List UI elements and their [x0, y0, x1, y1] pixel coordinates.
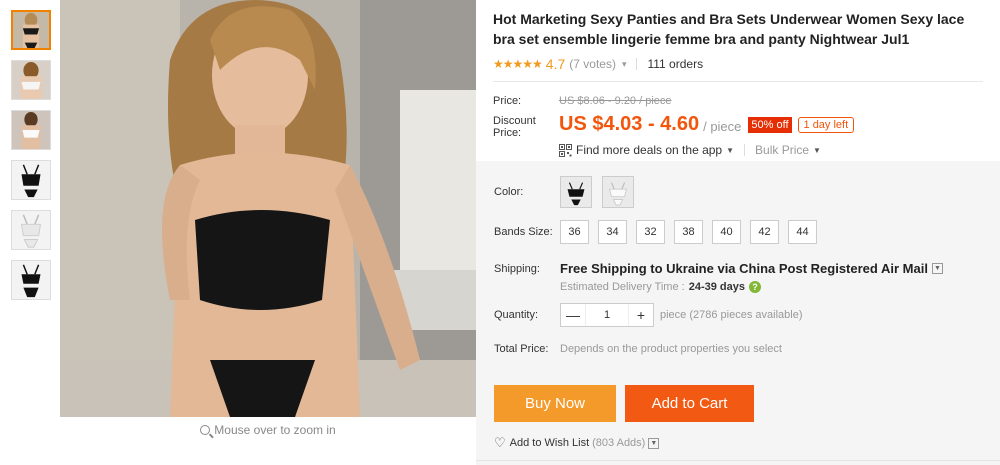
app-deals-link[interactable]: Find more deals on the app	[576, 143, 722, 157]
chevron-down-icon[interactable]: ▼	[931, 263, 943, 274]
buy-now-button[interactable]: Buy Now	[494, 385, 616, 422]
chevron-down-icon[interactable]: ▼	[813, 146, 821, 155]
discount-price: US $4.03 - 4.60	[559, 113, 700, 135]
total-price-row: Total Price: Depends on the product prop…	[494, 343, 782, 355]
quantity-input[interactable]: 1	[585, 304, 629, 326]
total-price-note: Depends on the product properties you se…	[560, 343, 782, 355]
delivery-estimate-row: Estimated Delivery Time : 24-39 days ?	[560, 281, 761, 293]
size-option-40[interactable]: 40	[712, 220, 741, 244]
size-option-34[interactable]: 34	[598, 220, 627, 244]
divider	[493, 81, 983, 82]
delivery-days: 24-39 days	[688, 281, 745, 293]
product-info: Hot Marketing Sexy Panties and Bra Sets …	[493, 0, 1000, 157]
original-price: US $8.06 - 9.20 / piece	[559, 95, 672, 107]
thumbnail-3[interactable]	[11, 110, 51, 150]
per-piece-unit: / piece	[703, 119, 742, 134]
magnifier-icon	[200, 425, 211, 435]
votes-link[interactable]: (7 votes)	[569, 57, 616, 71]
discount-price-row: Discount Price: US $4.03 - 4.60 / piece 5…	[493, 113, 1000, 139]
thumbnail-2[interactable]	[11, 60, 51, 100]
color-label: Color:	[494, 186, 524, 198]
shipping-label: Shipping:	[494, 262, 540, 275]
chevron-down-icon[interactable]: ▼	[648, 437, 660, 449]
quantity-stepper: — 1 +	[560, 303, 654, 327]
add-to-wishlist-link[interactable]: Add to Wish List	[510, 437, 589, 449]
bands-size-label: Bands Size:	[494, 226, 553, 238]
app-deals-row: Find more deals on the app ▼ Bulk Price …	[493, 143, 1000, 157]
divider	[636, 58, 638, 70]
quantity-increase-button[interactable]: +	[629, 304, 653, 326]
wishlist-row: ♡ Add to Wish List (803 Adds) ▼	[494, 435, 660, 451]
color-swatch-white[interactable]	[602, 176, 634, 208]
color-swatch-black[interactable]	[560, 176, 592, 208]
heart-icon[interactable]: ♡	[494, 435, 506, 451]
product-title: Hot Marketing Sexy Panties and Bra Sets …	[493, 11, 965, 47]
help-icon[interactable]: ?	[748, 281, 761, 293]
wishlist-count: (803 Adds)	[592, 437, 646, 449]
shipping-row: Shipping: Free Shipping to Ukraine via C…	[494, 261, 943, 276]
size-option-38[interactable]: 38	[674, 220, 703, 244]
discount-price-label: Discount Price:	[493, 115, 536, 139]
divider	[476, 460, 1000, 461]
qr-code-icon	[559, 143, 572, 157]
bands-size-row: Bands Size: 36 34 32 38 40 42 44	[494, 220, 826, 244]
delivery-estimate-label: Estimated Delivery Time :	[560, 281, 685, 293]
shipping-method[interactable]: Free Shipping to Ukraine via China Post …	[560, 261, 928, 276]
quantity-row: Quantity: — 1 + piece (2786 pieces avail…	[494, 303, 802, 327]
time-left-badge: 1 day left	[797, 117, 855, 133]
size-option-42[interactable]: 42	[750, 220, 779, 244]
rating-value: 4.7	[545, 56, 566, 72]
thumbnail-1[interactable]	[11, 10, 51, 50]
total-price-label: Total Price:	[494, 343, 549, 355]
star-rating-icon: ★★★★★	[493, 57, 543, 71]
add-to-cart-button[interactable]: Add to Cart	[625, 385, 754, 422]
discount-badge: 50% off	[748, 117, 792, 133]
color-row: Color:	[494, 176, 644, 208]
bulk-price-link[interactable]: Bulk Price	[755, 143, 809, 157]
thumbnail-5[interactable]	[11, 210, 51, 250]
quantity-decrease-button[interactable]: —	[561, 304, 585, 326]
chevron-down-icon[interactable]: ▾	[622, 59, 627, 70]
size-option-44[interactable]: 44	[788, 220, 817, 244]
main-product-image[interactable]	[60, 0, 476, 417]
chevron-down-icon[interactable]: ▼	[726, 146, 734, 155]
stock-note: piece (2786 pieces available)	[660, 309, 803, 321]
price-label: Price:	[493, 95, 522, 107]
zoom-hint: Mouse over to zoom in	[60, 423, 476, 437]
thumbnail-6[interactable]	[11, 260, 51, 300]
divider	[744, 144, 746, 156]
size-option-32[interactable]: 32	[636, 220, 665, 244]
size-option-36[interactable]: 36	[560, 220, 589, 244]
orders-count: 111 orders	[647, 57, 704, 71]
thumbnail-list	[11, 10, 53, 310]
quantity-label: Quantity:	[494, 309, 539, 321]
original-price-row: Price: US $8.06 - 9.20 / piece	[493, 95, 1000, 107]
rating-row: ★★★★★ 4.7 (7 votes) ▾ 111 orders	[493, 55, 1000, 73]
thumbnail-4[interactable]	[11, 160, 51, 200]
